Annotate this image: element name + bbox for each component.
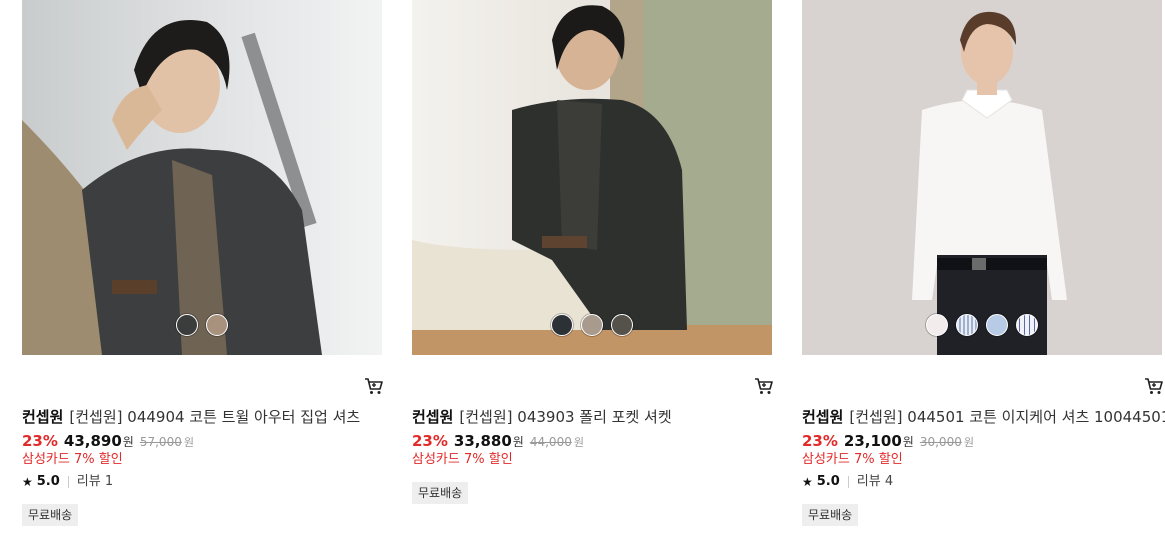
- original-currency-label: 원: [963, 436, 974, 449]
- product-title[interactable]: 컨셉원 [컨셉원] 044904 코튼 트윌 아우터 집업 셔츠: [22, 407, 360, 427]
- price-row: 23% 23,100원 30,000 원: [802, 431, 974, 453]
- product-card[interactable]: 컨셉원 [컨셉원] 043903 폴리 포켓 셔켓 23% 33,880원 44,00…: [412, 0, 773, 504]
- star-icon: ★: [22, 475, 33, 489]
- color-swatch[interactable]: [176, 314, 198, 336]
- free-shipping-badge: 무료배송: [802, 504, 859, 526]
- color-swatch[interactable]: [926, 314, 948, 336]
- cart-icon[interactable]: [754, 376, 774, 396]
- price-row: 23% 33,880원 44,000 원: [412, 431, 584, 453]
- original-price: 44,000: [529, 435, 572, 449]
- discount-rate: 23%: [802, 432, 838, 450]
- divider: [67, 476, 69, 488]
- card-promo: 삼성카드 7% 할인: [802, 452, 903, 467]
- product-photo-illustration: [412, 0, 772, 355]
- currency-label: 원: [902, 435, 914, 449]
- sale-price: 43,890: [63, 432, 122, 450]
- currency-label: 원: [512, 435, 524, 449]
- discount-rate: 23%: [412, 432, 448, 450]
- free-shipping-badge: 무료배송: [412, 482, 469, 504]
- card-promo: 삼성카드 7% 할인: [22, 452, 123, 467]
- product-grid: 컨셉원 [컨셉원] 044904 코튼 트윌 아우터 집업 셔츠 23% 43,89…: [0, 0, 1165, 544]
- divider: [847, 476, 849, 488]
- product-card[interactable]: 컨셉원 [컨셉원] 044904 코튼 트윌 아우터 집업 셔츠 23% 43,89…: [22, 0, 383, 526]
- review-count[interactable]: 리뷰 4: [857, 473, 893, 491]
- brand-name: 컨셉원: [412, 408, 454, 426]
- original-currency-label: 원: [573, 436, 584, 449]
- star-icon: ★: [802, 475, 813, 489]
- brand-name: 컨셉원: [802, 408, 844, 426]
- original-price: 30,000: [919, 435, 962, 449]
- color-swatch[interactable]: [956, 314, 978, 336]
- product-name: [컨셉원] 044501 코튼 이지케어 셔츠 10044501: [849, 408, 1165, 426]
- cart-icon[interactable]: [1144, 376, 1164, 396]
- product-image[interactable]: [22, 0, 382, 355]
- color-swatch[interactable]: [1016, 314, 1038, 336]
- product-card[interactable]: 컨셉원 [컨셉원] 044501 코튼 이지케어 셔츠 10044501 23% 2…: [802, 0, 1165, 526]
- discount-rate: 23%: [22, 432, 58, 450]
- rating-row: ★ 5.0 리뷰 4: [802, 473, 893, 491]
- original-currency-label: 원: [183, 436, 194, 449]
- currency-label: 원: [122, 435, 134, 449]
- card-promo: 삼성카드 7% 할인: [412, 452, 513, 467]
- product-photo-illustration: [802, 0, 1162, 355]
- color-swatches: [22, 314, 382, 340]
- product-name: [컨셉원] 043903 폴리 포켓 셔켓: [459, 408, 672, 426]
- color-swatch[interactable]: [206, 314, 228, 336]
- product-image[interactable]: [412, 0, 772, 355]
- review-count[interactable]: 리뷰 1: [77, 473, 113, 491]
- color-swatch[interactable]: [551, 314, 573, 336]
- product-name: [컨셉원] 044904 코튼 트윌 아우터 집업 셔츠: [69, 408, 361, 426]
- product-image[interactable]: [802, 0, 1162, 355]
- rating-score: 5.0: [36, 474, 60, 489]
- price-row: 23% 43,890원 57,000 원: [22, 431, 194, 453]
- sale-price: 33,880: [453, 432, 512, 450]
- color-swatch[interactable]: [581, 314, 603, 336]
- product-photo-illustration: [22, 0, 382, 355]
- product-title[interactable]: 컨셉원 [컨셉원] 044501 코튼 이지케어 셔츠 10044501: [802, 407, 1165, 427]
- rating-score: 5.0: [816, 474, 840, 489]
- brand-name: 컨셉원: [22, 408, 64, 426]
- product-title[interactable]: 컨셉원 [컨셉원] 043903 폴리 포켓 셔켓: [412, 407, 672, 427]
- original-price: 57,000: [139, 435, 182, 449]
- color-swatches: [802, 314, 1162, 340]
- free-shipping-badge: 무료배송: [22, 504, 79, 526]
- cart-icon[interactable]: [364, 376, 384, 396]
- color-swatch[interactable]: [986, 314, 1008, 336]
- sale-price: 23,100: [843, 432, 902, 450]
- color-swatches: [412, 314, 772, 340]
- rating-row: ★ 5.0 리뷰 1: [22, 473, 113, 491]
- color-swatch[interactable]: [611, 314, 633, 336]
